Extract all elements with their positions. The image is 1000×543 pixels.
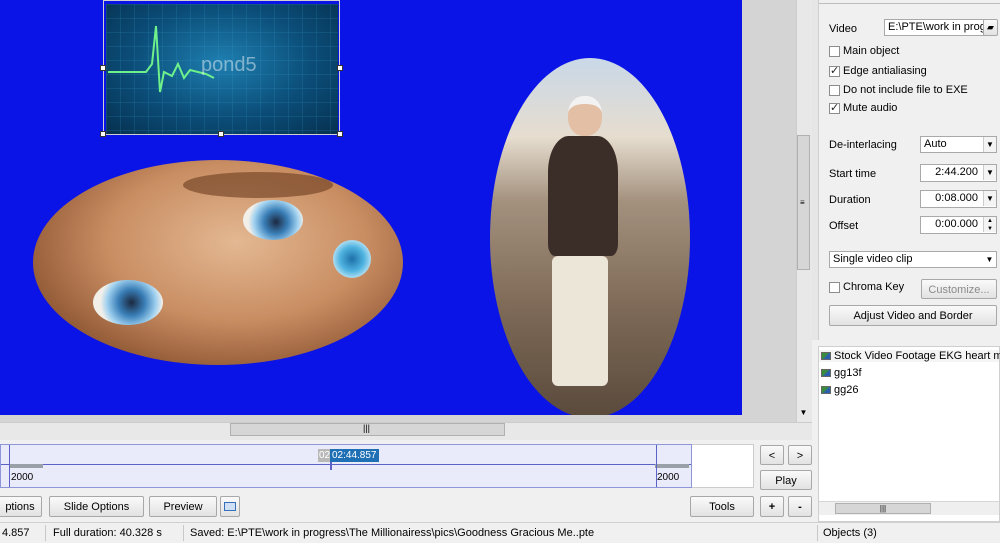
duration-field[interactable]: 0:08.000 ▼ (920, 190, 997, 208)
exclude-exe-checkbox[interactable] (829, 85, 840, 96)
image-file-icon (821, 352, 831, 360)
chevron-down-icon: ▼ (985, 255, 994, 264)
selection-handle[interactable] (100, 65, 106, 71)
timeline-cursor-time: 02:44.857 (330, 449, 379, 462)
clip-mode-value: Single video clip (833, 253, 913, 265)
preview-button[interactable]: Preview (149, 496, 217, 517)
eye-right (243, 200, 303, 240)
edge-antialiasing-checkbox[interactable] (829, 64, 840, 77)
chevron-down-icon[interactable]: ▼ (983, 165, 996, 180)
timeline-left-divider (9, 445, 10, 487)
offset-field[interactable]: 0:00.000 ▲ ▼ (920, 216, 997, 234)
next-slide-button[interactable]: > (788, 445, 812, 465)
start-time-label: Start time (829, 168, 877, 180)
timeline-tail (692, 444, 754, 488)
scroll-down-arrow[interactable]: ▼ (797, 408, 810, 420)
start-time-value: 2:44.200 (935, 166, 978, 178)
project-options-button[interactable]: ptions (0, 496, 42, 517)
brow (183, 172, 333, 198)
deinterlacing-select[interactable]: Auto ▼ (920, 136, 997, 153)
offset-value: 0:00.000 (935, 218, 978, 230)
grip-icon: ||| (363, 423, 371, 433)
play-button[interactable]: Play (760, 470, 812, 490)
slide-options-button[interactable]: Slide Options (49, 496, 144, 517)
image-file-icon (821, 369, 831, 377)
man-jacket (548, 136, 618, 256)
scroll-thumb[interactable]: ||| (835, 503, 931, 514)
jewel-flower (333, 240, 371, 278)
objects-horizontal-scrollbar[interactable]: ||| (819, 501, 999, 515)
chevron-down-icon: ▼ (983, 137, 996, 152)
selection-handle[interactable] (337, 131, 343, 137)
timeline-left-label: 2000 (11, 472, 34, 483)
timeline-cursor[interactable] (330, 462, 332, 470)
panel-tab-strip (819, 0, 1000, 4)
exclude-exe-label: Do not include file to EXE (843, 84, 968, 96)
man-head (568, 96, 602, 136)
duration-label: Duration (829, 194, 871, 206)
selection-handle[interactable] (100, 131, 106, 137)
remove-object-button[interactable]: - (788, 496, 812, 517)
man-trousers (552, 256, 608, 386)
duration-value: 0:08.000 (935, 192, 978, 204)
slide-view-button[interactable] (220, 496, 240, 517)
folder-open-icon: ▰ (987, 22, 994, 32)
deinterlacing-label: De-interlacing (829, 139, 897, 151)
list-item[interactable]: gg26 (821, 384, 858, 396)
selection-handle[interactable] (218, 131, 224, 137)
mute-audio-checkbox[interactable] (829, 101, 840, 114)
main-object-checkbox[interactable] (829, 46, 840, 57)
spin-updown-icon[interactable]: ▲ ▼ (983, 217, 996, 232)
video-path-text: E:\PTE\work in progre (888, 21, 983, 33)
browse-video-button[interactable]: ▰ (983, 19, 998, 36)
eye-image-object[interactable] (33, 160, 403, 365)
chevron-down-icon[interactable]: ▼ (983, 191, 996, 206)
man-image-object[interactable] (490, 58, 690, 415)
chroma-key-checkbox[interactable] (829, 282, 840, 293)
status-current-time: 4.857 (2, 527, 30, 539)
customize-button[interactable]: Customize... (921, 279, 997, 299)
timeline[interactable]: 2000 2000 02 02:44.857 (0, 444, 692, 488)
timeline-midline (1, 464, 691, 465)
object-name: Stock Video Footage EKG heart monit (834, 350, 1000, 362)
add-object-button[interactable]: + (760, 496, 784, 517)
selection-frame[interactable] (103, 0, 340, 135)
slide-view-icon (224, 502, 236, 511)
chroma-key-label: Chroma Key (843, 281, 905, 293)
selection-handle[interactable] (337, 65, 343, 71)
timeline-right-label: 2000 (657, 472, 680, 483)
object-name: gg13f (834, 367, 862, 379)
objects-list[interactable]: Stock Video Footage EKG heart monit gg13… (818, 346, 1000, 522)
start-time-field[interactable]: 2:44.200 ▼ (920, 164, 997, 182)
object-properties-panel: Video E:\PTE\work in progre ▰ Main objec… (818, 0, 1000, 340)
offset-label: Offset (829, 220, 859, 232)
clip-mode-select[interactable]: Single video clip ▼ (829, 251, 997, 268)
deinterlacing-value: Auto (924, 138, 947, 150)
image-file-icon (821, 386, 831, 394)
list-item[interactable]: Stock Video Footage EKG heart monit (819, 350, 1000, 362)
status-bar: 4.857 Full duration: 40.328 s Saved: E:\… (0, 522, 1000, 542)
main-object-label: Main object (843, 45, 900, 57)
slide-canvas[interactable]: pond5 (0, 0, 742, 415)
timeline-start-bar (9, 464, 43, 468)
timeline-end-bar (655, 464, 689, 468)
status-saved-path: Saved: E:\PTE\work in progress\The Milli… (190, 527, 595, 539)
prev-slide-button[interactable]: < (760, 445, 784, 465)
edge-antialiasing-label: Edge antialiasing (843, 65, 927, 77)
eye-left (93, 280, 163, 325)
grip-icon: ≡ (800, 198, 805, 207)
adjust-video-border-button[interactable]: Adjust Video and Border (829, 305, 997, 326)
video-label: Video (829, 23, 857, 35)
status-objects-count: Objects (3) (823, 527, 877, 539)
panel-scrollbar[interactable] (812, 0, 818, 340)
tools-button[interactable]: Tools (690, 496, 754, 517)
object-name: gg26 (834, 384, 859, 396)
video-path-field[interactable]: E:\PTE\work in progre (884, 19, 984, 36)
mute-audio-label: Mute audio (843, 102, 898, 114)
status-full-duration: Full duration: 40.328 s (53, 527, 162, 539)
canvas-vertical-scroll-thumb[interactable]: ≡ (797, 135, 810, 270)
list-item[interactable]: gg13f (821, 367, 862, 379)
canvas-horizontal-scroll-thumb[interactable]: ||| (230, 423, 505, 436)
